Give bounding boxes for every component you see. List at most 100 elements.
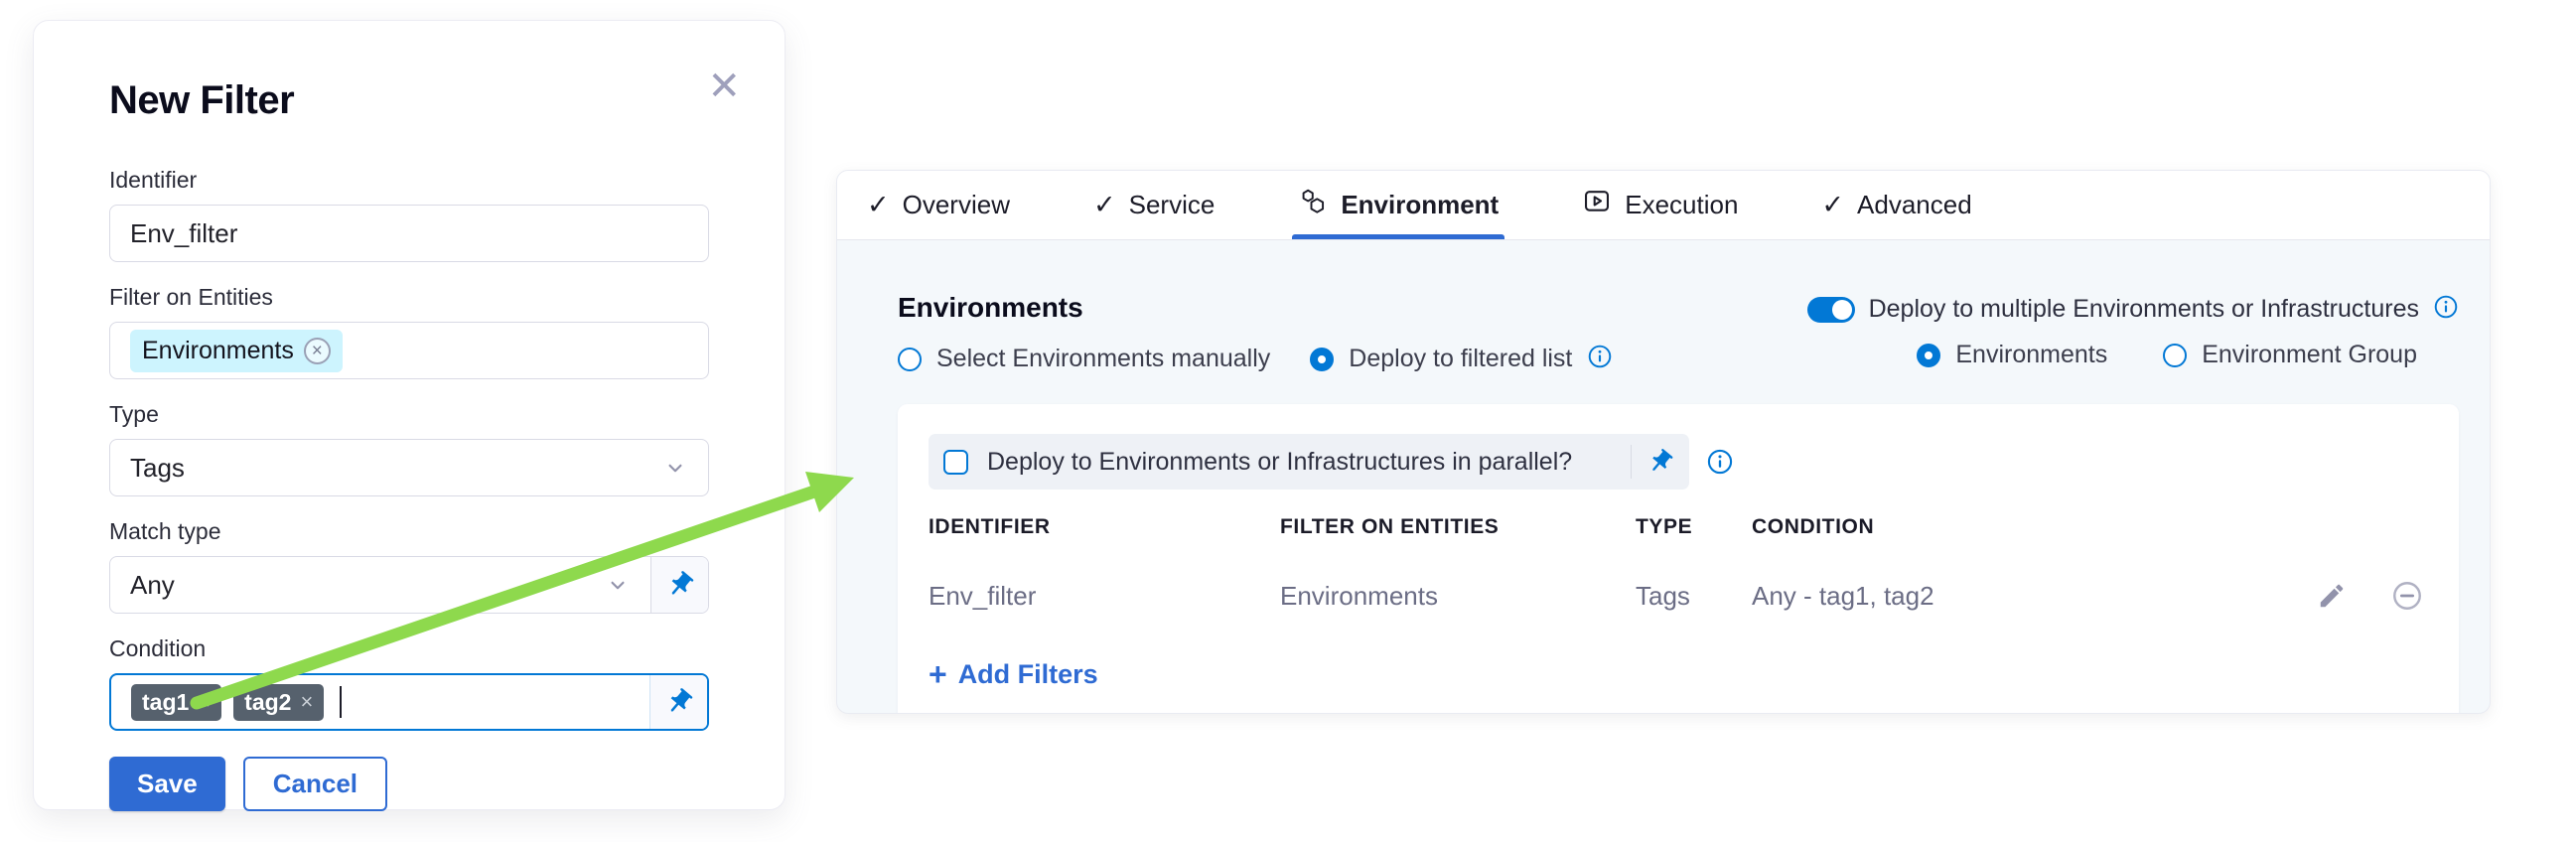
radio-deploy-filtered[interactable]: Deploy to filtered list bbox=[1310, 344, 1613, 374]
match-type-select[interactable]: Any bbox=[109, 556, 709, 614]
col-filter-on-entities: FILTER ON ENTITIES bbox=[1280, 515, 1636, 539]
environments-section: Environments Select Environments manuall… bbox=[898, 292, 1613, 374]
stage-tabbar: ✓ Overview ✓ Service Environment bbox=[837, 171, 2490, 240]
radio-label: Environment Group bbox=[2202, 341, 2417, 369]
info-icon[interactable] bbox=[2433, 294, 2459, 325]
tag-chip-label: tag1 bbox=[142, 689, 189, 716]
identifier-label: Identifier bbox=[109, 167, 709, 194]
active-tab-underline bbox=[1292, 234, 1504, 239]
check-icon: ✓ bbox=[1093, 192, 1116, 218]
radio-label: Deploy to filtered list bbox=[1349, 345, 1572, 373]
pin-icon[interactable] bbox=[649, 675, 707, 729]
col-condition: CONDITION bbox=[1752, 515, 2289, 539]
tag-chip-label: tag2 bbox=[244, 689, 291, 716]
filters-card: Deploy to Environments or Infrastructure… bbox=[898, 404, 2459, 714]
radio-select-manually[interactable]: Select Environments manually bbox=[898, 345, 1270, 373]
radio-label: Environments bbox=[1955, 341, 2107, 369]
close-icon[interactable]: ✕ bbox=[707, 67, 741, 106]
save-button[interactable]: Save bbox=[109, 757, 225, 811]
type-label: Type bbox=[109, 401, 709, 428]
add-filters-label: Add Filters bbox=[958, 659, 1098, 690]
col-identifier: IDENTIFIER bbox=[929, 515, 1280, 539]
match-type-field-group: Match type Any bbox=[109, 518, 709, 614]
environments-chip: Environments × bbox=[130, 330, 343, 372]
info-icon[interactable] bbox=[1706, 448, 1734, 476]
environments-title: Environments bbox=[898, 292, 1613, 324]
pin-icon[interactable] bbox=[650, 557, 708, 613]
pin-icon[interactable] bbox=[1632, 448, 1689, 476]
tag-chip: tag1 × bbox=[131, 684, 221, 721]
remove-row-icon[interactable] bbox=[2390, 579, 2424, 613]
match-type-value: Any bbox=[130, 570, 175, 601]
tab-environment[interactable]: Environment bbox=[1298, 171, 1499, 239]
parallel-checkbox[interactable] bbox=[943, 450, 968, 475]
identifier-value: Env_filter bbox=[130, 218, 237, 249]
environments-chip-label: Environments bbox=[142, 337, 294, 365]
modal-actions: Save Cancel bbox=[109, 757, 709, 811]
cell-identifier: Env_filter bbox=[929, 581, 1280, 612]
type-value: Tags bbox=[130, 453, 185, 484]
radio-selected-icon[interactable] bbox=[1310, 348, 1334, 371]
identifier-input[interactable]: Env_filter bbox=[109, 205, 709, 262]
tab-label: Environment bbox=[1341, 190, 1499, 220]
type-select[interactable]: Tags bbox=[109, 439, 709, 496]
parallel-option-bar: Deploy to Environments or Infrastructure… bbox=[929, 434, 1689, 490]
multi-env-toggle[interactable] bbox=[1807, 297, 1855, 323]
entities-field-group: Filter on Entities Environments × bbox=[109, 284, 709, 379]
page: ✕ New Filter Identifier Env_filter Filte… bbox=[0, 0, 2576, 842]
table-header-row: IDENTIFIER FILTER ON ENTITIES TYPE CONDI… bbox=[929, 515, 2428, 539]
chevron-down-icon bbox=[605, 572, 631, 598]
tab-label: Execution bbox=[1625, 190, 1738, 220]
radio-unselected-icon[interactable] bbox=[2163, 344, 2187, 367]
plus-icon: + bbox=[929, 658, 947, 690]
cell-type: Tags bbox=[1636, 581, 1752, 612]
match-type-label: Match type bbox=[109, 518, 709, 545]
text-cursor bbox=[340, 686, 342, 718]
cancel-button[interactable]: Cancel bbox=[243, 757, 387, 811]
toggle-knob bbox=[1832, 300, 1852, 320]
modal-title: New Filter bbox=[109, 78, 709, 123]
tab-label: Advanced bbox=[1857, 190, 1972, 220]
chevron-down-icon bbox=[662, 455, 688, 481]
check-icon: ✓ bbox=[867, 192, 890, 218]
toggle-label: Deploy to multiple Environments or Infra… bbox=[1869, 295, 2419, 324]
condition-field-group: Condition tag1 × tag2 × bbox=[109, 635, 709, 731]
tab-label: Overview bbox=[903, 190, 1010, 220]
remove-tag-icon[interactable]: × bbox=[198, 689, 211, 715]
radio-selected-icon[interactable] bbox=[1917, 344, 1940, 367]
edit-pencil-icon[interactable] bbox=[2317, 581, 2347, 611]
condition-input[interactable]: tag1 × tag2 × bbox=[109, 673, 709, 731]
cell-filter-on-entities: Environments bbox=[1280, 581, 1636, 612]
remove-chip-icon[interactable]: × bbox=[304, 338, 331, 364]
environment-icon bbox=[1298, 187, 1328, 223]
multi-env-controls: Deploy to multiple Environments or Infra… bbox=[1807, 292, 2459, 369]
info-icon[interactable] bbox=[1587, 344, 1613, 374]
tab-overview[interactable]: ✓ Overview bbox=[867, 171, 1010, 239]
col-type: TYPE bbox=[1636, 515, 1752, 539]
remove-tag-icon[interactable]: × bbox=[300, 689, 313, 715]
radio-unselected-icon[interactable] bbox=[898, 348, 922, 371]
radio-environment-group[interactable]: Environment Group bbox=[2163, 341, 2417, 369]
entities-label: Filter on Entities bbox=[109, 284, 709, 311]
type-field-group: Type Tags bbox=[109, 401, 709, 496]
parallel-label: Deploy to Environments or Infrastructure… bbox=[987, 448, 1631, 477]
condition-label: Condition bbox=[109, 635, 709, 662]
environment-tab-body: Environments Select Environments manuall… bbox=[837, 240, 2490, 714]
tab-service[interactable]: ✓ Service bbox=[1093, 171, 1215, 239]
tab-advanced[interactable]: ✓ Advanced bbox=[1821, 171, 1971, 239]
cell-condition: Any - tag1, tag2 bbox=[1752, 581, 2289, 612]
identifier-field-group: Identifier Env_filter bbox=[109, 167, 709, 262]
tab-label: Service bbox=[1129, 190, 1216, 220]
radio-environments[interactable]: Environments bbox=[1917, 341, 2107, 369]
filters-table: IDENTIFIER FILTER ON ENTITIES TYPE CONDI… bbox=[929, 515, 2428, 613]
pipeline-stage-panel: ✓ Overview ✓ Service Environment bbox=[836, 170, 2491, 714]
tag-chip: tag2 × bbox=[233, 684, 324, 721]
check-icon: ✓ bbox=[1821, 192, 1844, 218]
entities-input[interactable]: Environments × bbox=[109, 322, 709, 379]
new-filter-modal: ✕ New Filter Identifier Env_filter Filte… bbox=[33, 20, 786, 810]
table-row[interactable]: Env_filter Environments Tags Any - tag1,… bbox=[929, 579, 2428, 613]
add-filters-button[interactable]: + Add Filters bbox=[929, 658, 2428, 690]
radio-label: Select Environments manually bbox=[936, 345, 1270, 373]
tab-execution[interactable]: Execution bbox=[1582, 171, 1738, 239]
execution-icon bbox=[1582, 187, 1612, 223]
